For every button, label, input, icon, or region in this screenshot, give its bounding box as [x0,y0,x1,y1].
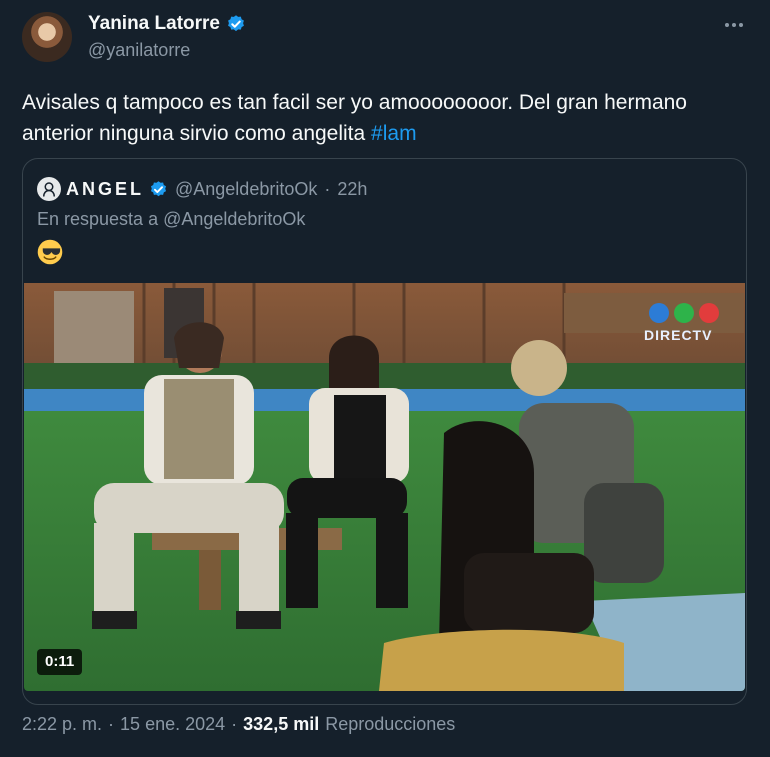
quoted-header: ANGEL @AngeldebritoOk · 22h [37,177,367,201]
video-duration-badge: 0:11 [37,649,83,675]
quoted-separator: · [324,178,331,199]
author-handle[interactable]: @yanilatorre [88,40,190,61]
video-frame [24,283,745,691]
quoted-verified-icon [149,180,168,199]
author-avatar[interactable] [22,12,72,62]
channel-watermark: DIRECTV [644,327,713,343]
reply-context: En respuesta a @AngeldebritoOk [37,209,306,229]
author-display-name[interactable]: Yanina Latorre [88,13,220,35]
quoted-tweet[interactable]: ANGEL @AngeldebritoOk · 22h En respuesta… [22,158,747,705]
verified-badge-icon [226,14,246,34]
tweet-card[interactable]: Yanina Latorre @yanilatorre Avisales q t… [0,0,770,757]
more-options-icon[interactable] [720,14,748,36]
views-label: Reproducciones [325,714,456,734]
tweet-text: Avisales q tampoco es tan facil ser yo a… [22,87,742,149]
tweet-date[interactable]: 15 ene. 2024 [120,714,225,735]
video-player[interactable]: DIRECTV 0:11 [24,283,745,691]
tweet-body: Avisales q tampoco es tan facil ser yo a… [22,91,687,145]
meta-separator-2: · [231,714,238,734]
author-name-row: Yanina Latorre [88,13,246,35]
sunglasses-emoji-icon [37,239,63,265]
quoted-time[interactable]: 22h [337,179,367,200]
quoted-avatar[interactable] [37,177,61,201]
tweet-meta: 2:22 p. m. · 15 ene. 2024 · 332,5 mil Re… [22,714,455,735]
quoted-name[interactable]: ANGEL [66,179,144,200]
tweet-time[interactable]: 2:22 p. m. [22,714,102,735]
views-count: 332,5 mil [243,714,320,734]
quoted-handle[interactable]: @AngeldebritoOk [175,179,317,200]
hashtag-link[interactable]: #lam [371,122,417,145]
meta-separator: · [108,714,115,734]
